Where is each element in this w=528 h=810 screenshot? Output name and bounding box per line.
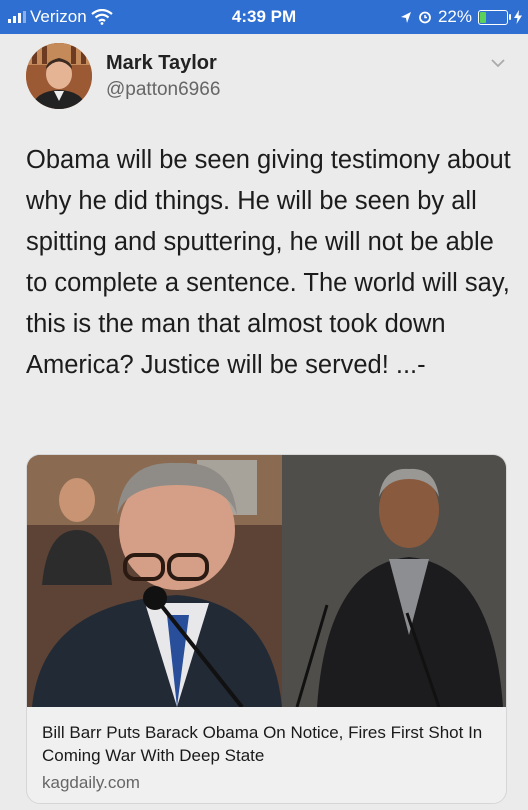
card-title[interactable]: Bill Barr Puts Barack Obama On Notice, F… xyxy=(42,721,492,767)
avatar[interactable] xyxy=(26,43,92,109)
author-name[interactable]: Mark Taylor xyxy=(106,52,217,75)
card-domain[interactable]: kagdaily.com xyxy=(42,773,140,793)
battery-percent: 22% xyxy=(437,7,472,26)
status-bar: Verizon 4:39 PM 22% xyxy=(0,0,528,34)
location-icon xyxy=(400,11,411,23)
link-card[interactable]: Bill Barr Puts Barack Obama On Notice, F… xyxy=(26,454,507,804)
status-right: 22% xyxy=(400,7,522,27)
author-handle[interactable]: @patton6966 xyxy=(106,79,220,101)
tweet-text: Obama will be seen giving testimony abou… xyxy=(26,146,511,379)
charging-icon xyxy=(514,10,522,24)
chevron-down-icon[interactable] xyxy=(490,58,506,68)
card-image xyxy=(27,455,506,707)
battery-icon xyxy=(478,9,511,25)
avatar-image xyxy=(26,43,92,109)
alarm-icon xyxy=(419,11,431,24)
